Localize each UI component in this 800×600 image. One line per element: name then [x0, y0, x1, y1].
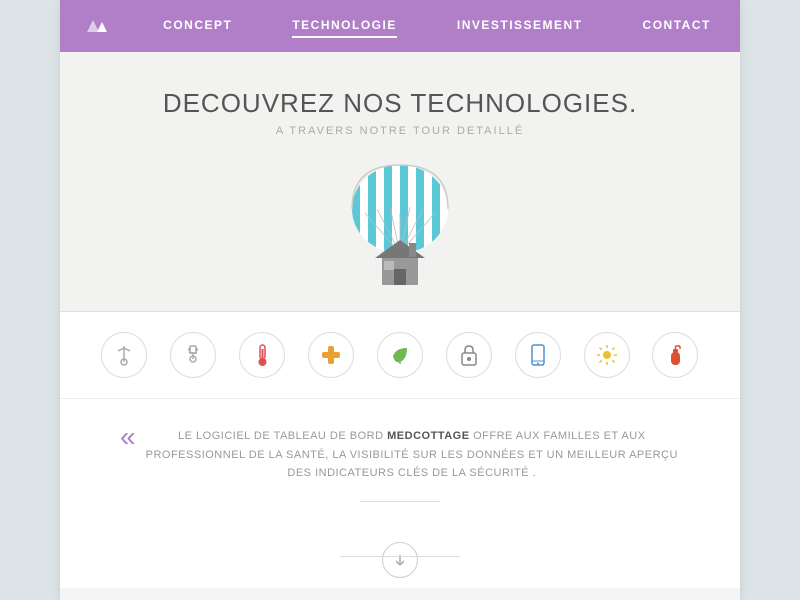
hero-subtitle: A TRAVERS NOTRE TOUR DETAILLÉ	[80, 125, 720, 137]
nav-investissement[interactable]: INVESTISSEMENT	[457, 14, 583, 38]
plug-icon[interactable]	[170, 332, 216, 378]
bottom-line	[340, 556, 460, 557]
sun-icon[interactable]	[584, 332, 630, 378]
thermometer-icon[interactable]	[239, 332, 285, 378]
fire-icon[interactable]	[652, 332, 698, 378]
quote-text: LE LOGICIEL DE TABLEAU DE BORD MEDCOTTAG…	[144, 427, 680, 483]
medical-icon[interactable]	[308, 332, 354, 378]
bottom-arrow-button[interactable]	[382, 542, 418, 578]
nav-contact[interactable]: CONTACT	[643, 14, 711, 38]
main-container: CONCEPT TECHNOLOGIE INVESTISSEMENT CONTA…	[60, 0, 740, 600]
navbar: CONCEPT TECHNOLOGIE INVESTISSEMENT CONTA…	[60, 0, 740, 52]
hero-title: DECOUVREZ NOS TECHNOLOGIES.	[80, 88, 720, 119]
nav-technologie[interactable]: TECHNOLOGIE	[292, 14, 397, 38]
quote-section: « LE LOGICIEL DE TABLEAU DE BORD MEDCOTT…	[60, 399, 740, 536]
antenna-icon[interactable]	[101, 332, 147, 378]
quote-text-before: LE LOGICIEL DE TABLEAU DE BORD	[178, 430, 387, 442]
quote-brand: MEDCOTTAGE	[387, 430, 469, 442]
lock-icon[interactable]	[446, 332, 492, 378]
divider	[360, 501, 440, 502]
hero-section: DECOUVREZ NOS TECHNOLOGIES. A TRAVERS NO…	[60, 52, 740, 312]
nav-concept[interactable]: CONCEPT	[163, 14, 232, 38]
nav-links: CONCEPT TECHNOLOGIE INVESTISSEMENT CONTA…	[154, 14, 720, 38]
icons-section	[60, 312, 740, 399]
icons-row	[90, 332, 710, 378]
quote-mark: «	[120, 423, 136, 451]
logo[interactable]	[80, 14, 124, 38]
leaf-icon[interactable]	[377, 332, 423, 378]
parachute-illustration	[80, 161, 720, 291]
bottom-nav	[60, 536, 740, 588]
phone-icon[interactable]	[515, 332, 561, 378]
